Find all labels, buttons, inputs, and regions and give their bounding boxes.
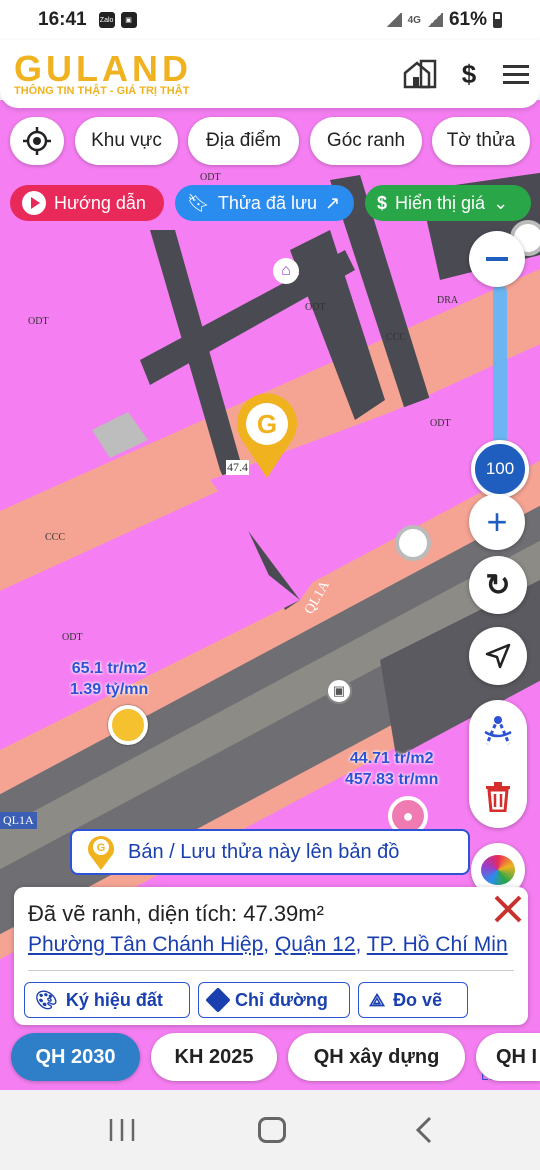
tab-kh-2025[interactable]: KH 2025 [151, 1033, 277, 1081]
zone-label: ODT [305, 302, 326, 313]
trash-icon[interactable] [485, 782, 511, 813]
network-type: 4G [407, 14, 421, 26]
zone-label: ODT [200, 172, 221, 183]
battery-percent: 61% [448, 9, 487, 30]
price-total: 1.39 tỷ/mn [70, 681, 149, 698]
divider [28, 970, 514, 971]
tab-qh-xay-dung[interactable]: QH xây dựng [288, 1033, 465, 1081]
price-label-right[interactable]: 44.71 tr/m2 457.83 tr/mn [345, 748, 438, 790]
app-header: GULAND THÔNG TIN THẬT - GIÁ TRỊ THẬT $ [0, 40, 540, 108]
status-bar: 16:41 Zalo ▣ 4G 61% [0, 0, 540, 40]
zoom-in-button[interactable]: + [469, 494, 525, 550]
draw-tools-group [469, 700, 527, 828]
zone-label: ODT [28, 316, 49, 327]
directions-button[interactable]: Chỉ đường [198, 982, 350, 1018]
signal-icon [385, 13, 402, 27]
zone-label: CCC [45, 532, 66, 543]
navigate-button[interactable] [469, 627, 527, 685]
system-nav-bar [0, 1090, 540, 1170]
tagline: THÔNG TIN THẬT - GIÁ TRỊ THẬT [14, 85, 190, 97]
directions-label: Chỉ đường [235, 989, 328, 1010]
gallery-icon: ▣ [120, 12, 137, 28]
filter-khu-vuc[interactable]: Khu vực [75, 117, 178, 165]
zone-label: ODT [62, 632, 83, 643]
zone-label: CCC [386, 332, 407, 343]
saved-label: Thửa đã lưu [217, 192, 318, 213]
church-icon[interactable]: ⌂ [273, 258, 299, 284]
bus-stop-icon[interactable]: ▣ [326, 678, 352, 704]
city-link[interactable]: TP. Hồ Chí Min [367, 933, 508, 956]
filter-dia-diem[interactable]: Địa điểm [188, 117, 299, 165]
price-total: 457.83 tr/mn [345, 771, 439, 788]
locate-button[interactable] [10, 117, 64, 165]
district-link[interactable]: Quận 12 [275, 933, 356, 956]
svg-text:G: G [257, 409, 277, 439]
home-icon[interactable] [258, 1117, 286, 1143]
ward-link[interactable]: Phường Tân Chánh Hiệp [28, 933, 263, 956]
refresh-button[interactable]: ↻ [469, 556, 527, 614]
back-icon[interactable] [413, 1116, 435, 1144]
saved-plots-button[interactable]: 🔖︎ Thửa đã lưu ↗ [175, 185, 354, 221]
show-price-label: Hiển thị giá [395, 192, 486, 213]
directions-icon [205, 987, 231, 1013]
bookmark-icon: 🔖︎ [187, 192, 210, 213]
price-marker-icon[interactable] [108, 705, 148, 745]
svg-text:G: G [97, 842, 106, 854]
measure-label: Đo vẽ [393, 989, 443, 1010]
zoom-out-button[interactable] [469, 231, 525, 287]
land-symbol-label: Ký hiệu đất [65, 989, 163, 1010]
status-time: 16:41 [38, 9, 87, 30]
area-text: Đã vẽ ranh, diện tích: 47.39m² [28, 901, 324, 926]
crosshair-icon [23, 127, 51, 155]
dollar-icon: $ [377, 192, 388, 213]
arrow-out-icon: ↗ [325, 192, 341, 213]
logo[interactable]: GULAND [14, 48, 192, 90]
guland-pin-icon: G [88, 836, 114, 870]
show-price-dropdown[interactable]: $ Hiển thị giá ⌄ [365, 185, 531, 221]
filter-to-thua[interactable]: Tờ thửa [432, 117, 530, 165]
chevron-down-icon: ⌄ [493, 192, 509, 213]
poi-marker-icon[interactable] [395, 525, 431, 561]
minus-icon [486, 257, 508, 261]
zoom-level-handle[interactable]: 100 [471, 440, 529, 498]
zalo-icon: Zalo [98, 12, 115, 28]
draw-compass-icon[interactable] [481, 714, 515, 748]
price-label-left[interactable]: 65.1 tr/m2 1.39 tỷ/mn [70, 658, 148, 700]
price-per-m2: 65.1 tr/m2 [71, 660, 147, 677]
building-icon[interactable] [403, 57, 437, 91]
zone-label: ODT [430, 418, 451, 429]
signal-icon-2 [426, 13, 443, 27]
close-icon[interactable] [492, 893, 524, 925]
guide-label: Hướng dẫn [54, 192, 146, 213]
guide-button[interactable]: Hướng dẫn [10, 185, 164, 221]
guland-marker-icon[interactable]: G [234, 390, 300, 480]
price-per-m2: 44.71 tr/m2 [349, 750, 434, 767]
price-dollar-icon[interactable]: $ [452, 57, 486, 91]
battery-icon [493, 12, 502, 28]
tab-qh-2030[interactable]: QH 2030 [11, 1033, 140, 1081]
play-icon [22, 191, 46, 215]
refresh-icon: ↻ [485, 568, 511, 602]
palette-icon: 🎨︎ [35, 989, 58, 1010]
plot-info-panel: Đã vẽ ranh, diện tích: 47.39m² Phường Tâ… [14, 887, 528, 1025]
zone-label: DRA [437, 295, 459, 306]
address-line: Phường Tân Chánh Hiệp, Quận 12, TP. Hồ C… [28, 933, 508, 956]
recent-apps-icon[interactable] [108, 1118, 136, 1142]
filter-goc-ranh[interactable]: Góc ranh [310, 117, 422, 165]
road-label: QL1A [0, 812, 37, 829]
menu-icon[interactable] [499, 57, 533, 91]
plus-icon: + [486, 501, 508, 542]
navigation-arrow-icon [485, 643, 511, 669]
palette-icon [481, 855, 515, 885]
tab-qh-more[interactable]: QH I [476, 1033, 540, 1081]
banner-text: Bán / Lưu thửa này lên bản đồ [128, 840, 400, 863]
measure-draw-button[interactable]: ⟁ Đo vẽ [358, 982, 468, 1018]
sell-save-plot-banner[interactable]: G Bán / Lưu thửa này lên bản đồ [70, 829, 470, 875]
compass-icon: ⟁ [369, 989, 386, 1010]
land-symbol-button[interactable]: 🎨︎ Ký hiệu đất [24, 982, 190, 1018]
zoom-slider-track[interactable] [493, 285, 507, 445]
